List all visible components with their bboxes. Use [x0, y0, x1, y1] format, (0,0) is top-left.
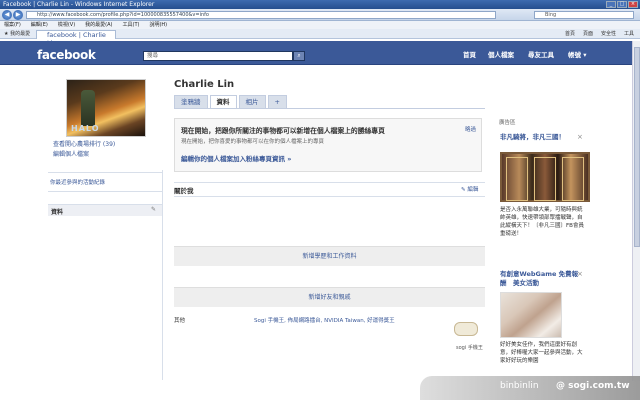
menu-edit[interactable]: 編輯(E) — [31, 21, 48, 29]
address-bar: ◀ ▶ http://www.facebook.com/profile.php?… — [0, 9, 640, 21]
search-icon[interactable]: ⌕ — [293, 51, 305, 61]
ad-image-card — [534, 157, 556, 201]
ad-close-icon[interactable]: × — [577, 270, 583, 278]
ad-image-2[interactable] — [500, 292, 562, 338]
ad-image-1[interactable] — [500, 152, 590, 202]
menu-file[interactable]: 檔案(F) — [4, 21, 21, 29]
browser-tab[interactable]: facebook | Charlie Lin — [36, 30, 116, 47]
cmd-safety[interactable]: 安全性 — [601, 29, 616, 39]
profile-tabs: 塗鴉牆 資料 相片 + — [174, 95, 287, 108]
notice-subtitle: 現在開始，把你喜愛的事物都可以在你的個人檔案上的專頁 — [181, 139, 325, 145]
back-arrow-icon[interactable]: ◀ — [2, 10, 12, 20]
profile-picture-caption: HALO — [71, 124, 100, 133]
other-pages-list[interactable]: Sogi 手機王, 佈局網路擂台, NVIDIA Taiwan, 好運得獎王 — [254, 316, 395, 324]
tab-underline — [174, 108, 485, 109]
tab-photos[interactable]: 相片 — [238, 95, 266, 108]
ad-title-1[interactable]: 非凡騎將，非凡三國！ — [500, 133, 580, 142]
ad-text-2: 好好美女佳作，我們這麼好有創意，好棒喔大家一起參與活動，大家好好玩的樂園 — [500, 342, 583, 364]
about-edit-link[interactable]: ✎ 編輯 — [461, 185, 478, 193]
close-icon[interactable]: × — [628, 1, 638, 8]
minimize-icon[interactable]: _ — [606, 1, 616, 8]
tab-wall[interactable]: 塗鴉牆 — [174, 95, 208, 108]
favorites-label: 我的最愛 — [10, 31, 31, 37]
farm-rank-link[interactable]: 查看開心農場排行 (39) — [53, 141, 115, 149]
cmd-home[interactable]: 首頁 — [565, 29, 575, 39]
window-titlebar: Facebook | Charlie Lin - Windows Interne… — [0, 0, 640, 9]
menu-view[interactable]: 檢視(V) — [58, 21, 75, 29]
add-education-button[interactable]: 新增學歷和工作資料 — [174, 246, 485, 266]
soldier-figure — [81, 90, 95, 126]
nav-find-friends[interactable]: 尋友工具 — [528, 49, 554, 61]
forward-arrow-icon[interactable]: ▶ — [13, 10, 23, 20]
facebook-logo[interactable]: facebook — [37, 49, 96, 61]
watermark-site: @ sogi.com.tw — [556, 381, 630, 391]
menu-help[interactable]: 說明(H) — [149, 21, 167, 29]
menu-favorites[interactable]: 我的最愛(A) — [85, 21, 112, 29]
watermark-user: binbinlin — [500, 381, 539, 391]
column-divider — [162, 170, 163, 380]
ad-close-icon[interactable]: × — [577, 133, 583, 141]
ad-image-card — [506, 157, 528, 201]
screen: Facebook | Charlie Lin - Windows Interne… — [0, 0, 640, 400]
chat-widget[interactable]: sogi 手機王 — [452, 320, 483, 356]
notice-title: 現在開始，把跟你所關注的事物都可以新增在個人檔案上的勝絲專頁 — [181, 127, 385, 135]
tab-add[interactable]: + — [267, 95, 287, 108]
recent-activity-link[interactable]: 你最近參與的活動紀錄 — [50, 178, 105, 186]
about-me-title: 關於我 — [174, 187, 194, 195]
nav-home[interactable]: 首頁 — [463, 49, 476, 61]
about-divider — [174, 182, 485, 183]
profile-picture[interactable]: HALO — [66, 79, 146, 137]
browser-search-input[interactable]: Bing — [534, 11, 634, 19]
fan-page-notice: 現在開始，把跟你所關注的事物都可以新增在個人檔案上的勝絲專頁 現在開始，把你喜愛… — [174, 118, 482, 172]
cmd-tools[interactable]: 工具 — [624, 29, 634, 39]
pencil-icon[interactable]: ✎ — [151, 206, 156, 213]
nav-profile[interactable]: 個人檔案 — [488, 49, 514, 61]
window-title: Facebook | Charlie Lin - Windows Interne… — [3, 1, 155, 8]
info-section-title: 資料 — [51, 209, 64, 216]
chevron-down-icon: ▾ — [583, 51, 587, 59]
edit-pencil-icon: ✎ — [461, 187, 466, 193]
favorites-bar: ★ 我的最愛 facebook | Charlie Lin 首頁 頁面 安全性 … — [0, 29, 640, 47]
cmd-page[interactable]: 頁面 — [583, 29, 593, 39]
ad-image-card — [562, 157, 584, 201]
menu-tools[interactable]: 工具(T) — [123, 21, 140, 29]
ads-header: 廣告區 — [499, 120, 516, 126]
skip-link[interactable]: 略過 — [465, 125, 476, 133]
facebook-search-input[interactable]: 搜尋 — [143, 51, 293, 61]
window-controls: _ □ × — [606, 1, 638, 8]
chat-bubble-icon — [454, 322, 478, 336]
edit-fan-pages-link[interactable]: 編輯你的個人檔案加入粉絲專頁資訊 » — [181, 153, 291, 163]
add-friends-button[interactable]: 新增好友和親戚 — [174, 287, 485, 307]
edit-profile-link[interactable]: 編輯個人檔案 — [53, 151, 89, 159]
about-underline — [174, 196, 485, 197]
ad-title-2[interactable]: 有創意WebGame 免費報酬 美女活動 — [500, 270, 580, 288]
about-edit-label: 編輯 — [467, 187, 479, 193]
maximize-icon[interactable]: □ — [617, 1, 627, 8]
page-scrollbar[interactable] — [632, 41, 640, 381]
command-bar: 首頁 頁面 安全性 工具 — [565, 29, 634, 39]
favorites-button[interactable]: ★ 我的最愛 — [4, 29, 30, 39]
other-label: 其他 — [174, 318, 186, 324]
menu-bar: 檔案(F) 編輯(E) 檢視(V) 我的最愛(A) 工具(T) 說明(H) — [0, 21, 640, 29]
nav-account[interactable]: 帳號 ▾ — [568, 49, 587, 61]
nav-account-label: 帳號 — [568, 51, 581, 59]
profile-name: Charlie Lin — [174, 79, 235, 90]
url-input[interactable]: http://www.facebook.com/profile.php?id=1… — [26, 11, 496, 19]
scroll-thumb[interactable] — [634, 47, 640, 247]
ad-text-1: 是否入永萬聯雄大業，可隨時與統帥英雄，快速帶領部眾擂戰聲，自此縱橫天下！〔非凡三… — [500, 207, 584, 237]
info-section-header: 資料 ✎ — [48, 204, 162, 216]
chat-label: sogi 手機王 — [456, 345, 483, 351]
tab-info[interactable]: 資料 — [209, 95, 237, 108]
